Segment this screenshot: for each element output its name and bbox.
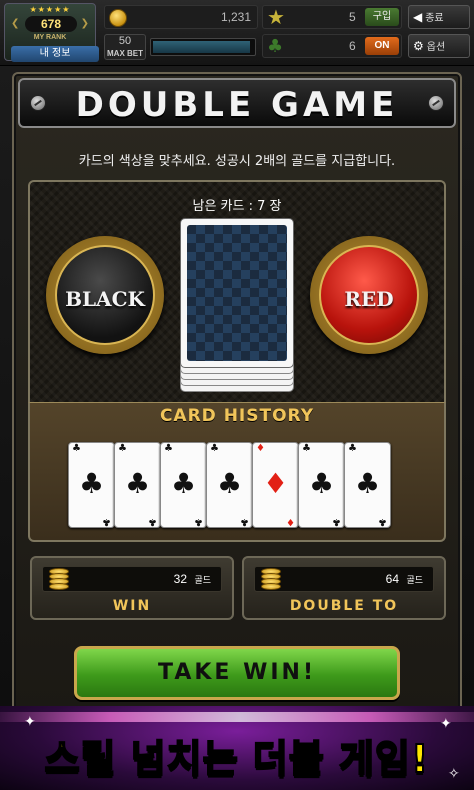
double-unit: 골드: [406, 576, 423, 586]
my-info-button[interactable]: 내 정보: [11, 46, 99, 62]
promo-banner: ✦ ✦ ✧ 스릴 넘치는 더블 게임!: [0, 706, 474, 790]
win-unit: 골드: [194, 576, 211, 586]
coin-stack-icon: [261, 568, 283, 590]
card-history-title: CARD HISTORY: [159, 406, 315, 426]
card-suit-corner: ♣: [332, 516, 341, 527]
star-counter: ★ 5 구입: [262, 5, 402, 29]
card-back-pattern: [187, 225, 287, 361]
max-bet-badge: 50 MAX BET: [104, 34, 146, 60]
card-suit-corner: ♣: [240, 516, 249, 527]
card-suit: ♦: [262, 467, 289, 500]
banner-glow: [0, 712, 474, 722]
game-description: 카드의 색상을 맞추세요. 성공시 2배의 골드를 지급합니다.: [78, 154, 396, 169]
double-value: 64: [385, 572, 399, 586]
deck-top-card: [180, 218, 294, 368]
max-bet-bar-fill: [153, 41, 250, 53]
card-suit: ♣: [216, 467, 243, 500]
wing-right-icon: ❯: [80, 18, 89, 29]
page-title: DOUBLE GAME: [75, 85, 399, 125]
remaining-cards: 남은 카드 : 7 장: [192, 199, 282, 214]
card-suit-corner: ♣: [102, 516, 111, 527]
buy-button[interactable]: 구입: [365, 8, 399, 26]
title-bar: DOUBLE GAME: [18, 78, 456, 128]
double-to-label: DOUBLE TO: [289, 598, 399, 614]
clover-value: 6: [349, 39, 356, 53]
black-button-label: BLACK: [65, 287, 145, 311]
history-card: ♣ ♣ ♣: [206, 442, 253, 528]
wing-left-icon: ❮: [11, 18, 20, 29]
red-button[interactable]: RED: [310, 236, 428, 354]
take-win-button[interactable]: TAKE WIN!: [74, 646, 400, 700]
card-suit-corner: ♣: [164, 443, 173, 454]
history-card: ♦ ♦ ♦: [252, 442, 299, 528]
exit-icon: ◀: [413, 10, 423, 24]
coin-stack-icon: [49, 568, 71, 590]
max-bet-label: MAX BET: [107, 49, 143, 58]
card-suit-corner: ♣: [378, 516, 387, 527]
double-value-area: 64 골드: [254, 566, 434, 592]
rank-stars: ★★★★★: [29, 5, 71, 14]
red-button-label: RED: [344, 287, 394, 311]
banner-text: 스릴 넘치는 더블 게임!: [44, 736, 430, 782]
options-button[interactable]: ⚙ 옵션: [408, 34, 470, 58]
on-toggle-button[interactable]: ON: [365, 37, 399, 55]
win-box: 32 골드 WIN: [30, 556, 234, 620]
history-card: ♣ ♣ ♣: [298, 442, 345, 528]
card-suit-corner: ♣: [210, 443, 219, 454]
card-suit-corner: ♣: [148, 516, 157, 527]
history-card: ♣ ♣ ♣: [160, 442, 207, 528]
card-suit-corner: ♣: [302, 443, 311, 454]
max-bet-value: 50: [118, 35, 132, 47]
gold-counter: 1,231: [104, 5, 258, 29]
win-value-area: 32 골드: [42, 566, 222, 592]
black-chip-face: BLACK: [55, 245, 155, 345]
black-button[interactable]: BLACK: [46, 236, 164, 354]
card-suit-corner: ♣: [72, 443, 81, 454]
card-suit-corner: ♣: [118, 443, 127, 454]
card-suit-corner: ♣: [194, 516, 203, 527]
coin-icon: [109, 9, 127, 27]
card-suit-corner: ♣: [348, 443, 357, 454]
card-suit: ♣: [124, 467, 151, 500]
gear-icon: ⚙: [413, 39, 424, 53]
max-bet-bar: [150, 38, 256, 56]
card-suit-corner: ♦: [286, 516, 295, 527]
win-label: WIN: [112, 598, 152, 614]
card-suit: ♣: [354, 467, 381, 500]
clover-icon: ♣: [267, 36, 284, 57]
history-card: ♣ ♣ ♣: [344, 442, 391, 528]
bolt-icon: [428, 95, 444, 111]
card-suit: ♣: [308, 467, 335, 500]
card-suit: ♣: [78, 467, 105, 500]
options-label: 옵션: [426, 42, 446, 53]
rank-label: MY RANK: [33, 34, 67, 41]
history-card: ♣ ♣ ♣: [114, 442, 161, 528]
star-value: 5: [349, 10, 356, 24]
double-to-box: 64 골드 DOUBLE TO: [242, 556, 446, 620]
exit-label: 종료: [425, 13, 444, 24]
card-deck: [180, 218, 294, 392]
rank-badge: ★★★★★ ❮ 678 ❯ MY RANK 내 정보: [4, 3, 99, 62]
top-bar: ★★★★★ ❮ 678 ❯ MY RANK 내 정보 1,231 50 MAX …: [0, 0, 474, 66]
history-card: ♣ ♣ ♣: [68, 442, 115, 528]
card-suit-corner: ♦: [256, 443, 265, 454]
red-chip-face: RED: [319, 245, 419, 345]
clover-counter: ♣ 6 ON: [262, 34, 402, 58]
gold-value: 1,231: [220, 10, 251, 24]
win-value: 32: [173, 572, 187, 586]
star-icon: ★: [267, 5, 285, 29]
card-suit: ♣: [170, 467, 197, 500]
rank-value: 678: [25, 16, 77, 32]
exit-button[interactable]: ◀ 종료: [408, 5, 470, 29]
